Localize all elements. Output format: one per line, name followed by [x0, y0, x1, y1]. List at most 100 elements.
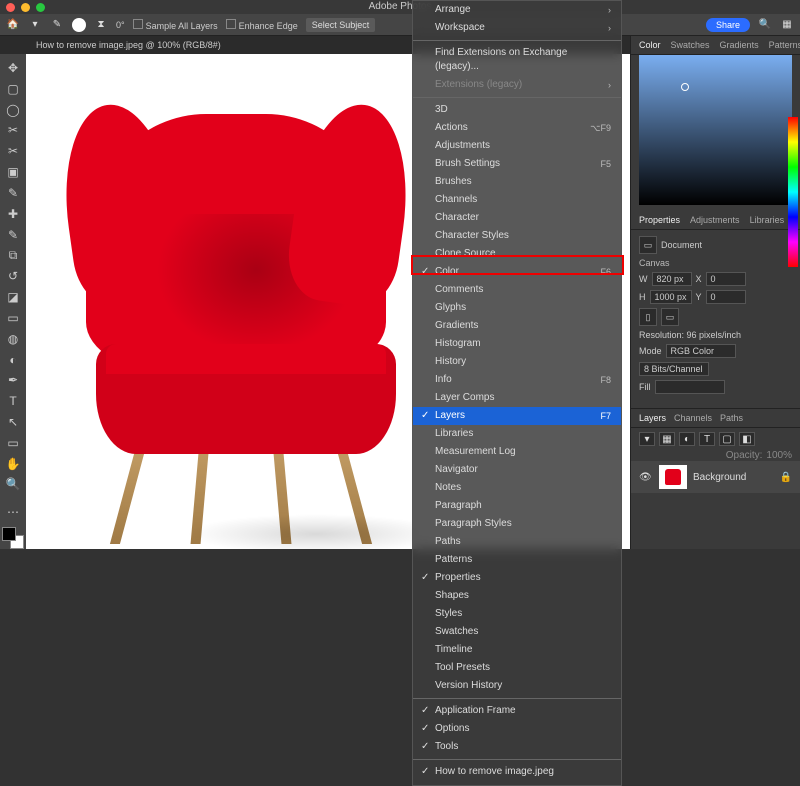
- menu-item-paths[interactable]: Paths: [413, 533, 621, 551]
- menu-item-glyphs[interactable]: Glyphs: [413, 299, 621, 317]
- color-mode-select[interactable]: RGB Color: [666, 344, 736, 358]
- eyedropper-tool-icon[interactable]: ✎: [2, 183, 24, 203]
- pen-tool-icon[interactable]: ✒: [2, 370, 24, 390]
- visibility-eye-icon[interactable]: 👁: [639, 472, 653, 483]
- frame-tool-icon[interactable]: ▣: [2, 162, 24, 182]
- tab-gradients[interactable]: Gradients: [720, 40, 759, 50]
- menu-item-adjustments[interactable]: Adjustments: [413, 137, 621, 155]
- menu-item-options[interactable]: Options✓: [413, 720, 621, 738]
- brush-preview-icon[interactable]: [72, 18, 86, 32]
- menu-item-info[interactable]: InfoF8: [413, 371, 621, 389]
- marquee-tool-icon[interactable]: ▢: [2, 79, 24, 99]
- menu-item-layers[interactable]: Layers✓F7: [413, 407, 621, 425]
- menu-item-swatches[interactable]: Swatches: [413, 623, 621, 641]
- tab-libraries[interactable]: Libraries: [750, 215, 785, 225]
- layer-thumbnail[interactable]: [659, 465, 687, 489]
- select-subject-button[interactable]: Select Subject: [306, 18, 376, 32]
- menu-item-layer-comps[interactable]: Layer Comps: [413, 389, 621, 407]
- menu-item-channels[interactable]: Channels: [413, 191, 621, 209]
- menu-item-paragraph-styles[interactable]: Paragraph Styles: [413, 515, 621, 533]
- menu-item-paragraph[interactable]: Paragraph: [413, 497, 621, 515]
- gradient-tool-icon[interactable]: ▭: [2, 308, 24, 328]
- menu-item-3d[interactable]: 3D: [413, 101, 621, 119]
- menu-item-histogram[interactable]: Histogram: [413, 335, 621, 353]
- menu-item-application-frame[interactable]: Application Frame✓: [413, 702, 621, 720]
- menu-item-navigator[interactable]: Navigator: [413, 461, 621, 479]
- heal-tool-icon[interactable]: ✚: [2, 204, 24, 224]
- canvas-x-field[interactable]: 0: [706, 272, 746, 286]
- angle-value[interactable]: 0°: [116, 20, 125, 30]
- fill-select[interactable]: [655, 380, 725, 394]
- quick-select-tool-icon[interactable]: ✂: [2, 120, 24, 140]
- menu-item-color[interactable]: Color✓F6: [413, 263, 621, 281]
- close-window-icon[interactable]: [6, 3, 15, 12]
- bit-depth-select[interactable]: 8 Bits/Channel: [639, 362, 709, 376]
- menu-item-history[interactable]: History: [413, 353, 621, 371]
- lasso-tool-icon[interactable]: ◯: [2, 100, 24, 120]
- tab-swatches[interactable]: Swatches: [671, 40, 710, 50]
- minimize-window-icon[interactable]: [21, 3, 30, 12]
- tab-layers[interactable]: Layers: [639, 413, 666, 423]
- filter-image-icon[interactable]: ▦: [659, 432, 675, 446]
- shape-tool-icon[interactable]: ▭: [2, 433, 24, 453]
- layer-name[interactable]: Background: [693, 472, 746, 483]
- hue-slider[interactable]: [788, 117, 798, 267]
- tab-channels[interactable]: Channels: [674, 413, 712, 423]
- menu-item-version-history[interactable]: Version History: [413, 677, 621, 695]
- menu-item-arrange[interactable]: Arrange›: [413, 1, 621, 19]
- filter-type-icon[interactable]: T: [699, 432, 715, 446]
- menu-item-brushes[interactable]: Brushes: [413, 173, 621, 191]
- layer-row-background[interactable]: 👁 Background 🔒: [631, 461, 800, 493]
- maximize-window-icon[interactable]: [36, 3, 45, 12]
- blur-tool-icon[interactable]: ◍: [2, 329, 24, 349]
- canvas-y-field[interactable]: 0: [706, 290, 746, 304]
- menu-item-properties[interactable]: Properties✓: [413, 569, 621, 587]
- canvas-height-field[interactable]: 1000 px: [650, 290, 692, 304]
- dodge-tool-icon[interactable]: ◐: [2, 350, 24, 370]
- menu-item-brush-settings[interactable]: Brush SettingsF5: [413, 155, 621, 173]
- tab-paths[interactable]: Paths: [720, 413, 743, 423]
- lock-icon[interactable]: 🔒: [780, 472, 792, 483]
- layer-filter-icon[interactable]: ▾: [639, 432, 655, 446]
- menu-item-comments[interactable]: Comments: [413, 281, 621, 299]
- foreground-background-swatch[interactable]: [2, 527, 24, 549]
- menu-item-timeline[interactable]: Timeline: [413, 641, 621, 659]
- tab-properties[interactable]: Properties: [639, 215, 680, 225]
- menu-item-character[interactable]: Character: [413, 209, 621, 227]
- history-brush-tool-icon[interactable]: ↺: [2, 266, 24, 286]
- crop-tool-icon[interactable]: ✂: [2, 141, 24, 161]
- brush-icon[interactable]: ✎: [50, 18, 64, 32]
- menu-item-notes[interactable]: Notes: [413, 479, 621, 497]
- menu-item-libraries[interactable]: Libraries: [413, 425, 621, 443]
- sample-all-layers-checkbox[interactable]: Sample All Layers: [133, 19, 218, 31]
- tool-preset-icon[interactable]: ▾: [28, 18, 42, 32]
- zoom-tool-icon[interactable]: 🔍: [2, 475, 24, 495]
- menu-item-actions[interactable]: Actions⌥F9: [413, 119, 621, 137]
- menu-item-patterns[interactable]: Patterns: [413, 551, 621, 569]
- menu-item-find-extensions-on-exchange-legacy-[interactable]: Find Extensions on Exchange (legacy)...: [413, 44, 621, 76]
- hand-tool-icon[interactable]: ✋: [2, 454, 24, 474]
- tab-color[interactable]: Color: [639, 40, 661, 50]
- menu-item-tool-presets[interactable]: Tool Presets: [413, 659, 621, 677]
- menu-item-clone-source[interactable]: Clone Source: [413, 245, 621, 263]
- filter-adjust-icon[interactable]: ◐: [679, 432, 695, 446]
- tab-adjustments[interactable]: Adjustments: [690, 215, 740, 225]
- type-tool-icon[interactable]: T: [2, 391, 24, 411]
- home-icon[interactable]: 🏠: [6, 18, 20, 32]
- filter-shape-icon[interactable]: ▢: [719, 432, 735, 446]
- menu-item-styles[interactable]: Styles: [413, 605, 621, 623]
- brush-tool-icon[interactable]: ✎: [2, 225, 24, 245]
- menu-item-how-to-remove-image-jpeg[interactable]: How to remove image.jpeg✓: [413, 763, 621, 781]
- enhance-edge-checkbox[interactable]: Enhance Edge: [226, 19, 298, 31]
- path-tool-icon[interactable]: ↖: [2, 412, 24, 432]
- opacity-value[interactable]: 100%: [766, 450, 792, 461]
- workspace-icon[interactable]: ▦: [780, 18, 794, 32]
- tab-patterns[interactable]: Patterns: [769, 40, 800, 50]
- menu-item-shapes[interactable]: Shapes: [413, 587, 621, 605]
- menu-item-workspace[interactable]: Workspace›: [413, 19, 621, 37]
- orient-portrait-icon[interactable]: ▯: [639, 308, 657, 326]
- move-tool-icon[interactable]: ✥: [2, 58, 24, 78]
- search-icon[interactable]: 🔍: [758, 18, 772, 32]
- menu-item-character-styles[interactable]: Character Styles: [413, 227, 621, 245]
- color-picker[interactable]: [639, 55, 792, 205]
